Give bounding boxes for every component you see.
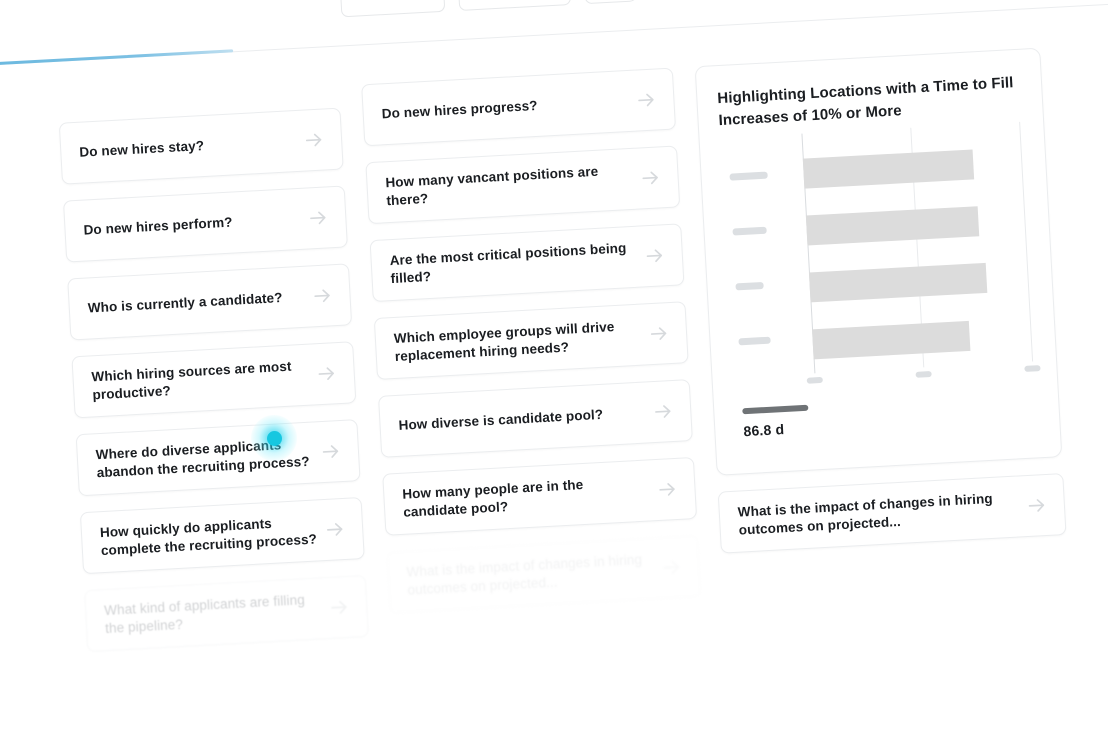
arrow-right-icon (647, 322, 670, 345)
active-tab-underline (0, 49, 234, 70)
legend-value-label: 86.8 d (743, 421, 785, 440)
chart-plot-area (801, 121, 1034, 373)
question-card-label: What is the impact of changes in hiring … (406, 551, 643, 598)
chart-bar (808, 262, 987, 303)
question-card[interactable]: Do new hires perform? (62, 185, 348, 263)
question-card-label: Do new hires progress? (381, 97, 538, 122)
question-card-label: Which hiring sources are most productive… (91, 358, 292, 403)
arrow-right-icon (656, 478, 679, 501)
question-card[interactable]: What is the impact of changes in hiring … (386, 534, 702, 614)
question-card-label: Which employee groups will drive replace… (393, 318, 615, 364)
arrow-right-icon (1025, 494, 1048, 517)
x-tick-placeholder (1024, 364, 1041, 372)
arrow-right-icon (311, 284, 334, 307)
list-icon: ≡ (353, 0, 359, 1)
question-card-label: How many vancant positions are there? (385, 163, 599, 209)
question-column-3: Highlighting Locations with a Time to Fi… (694, 47, 1070, 618)
arrow-right-icon (328, 596, 351, 619)
question-card-label: Do new hires perform? (83, 214, 233, 238)
chart-bar (812, 320, 971, 360)
question-card[interactable]: Which hiring sources are most productive… (71, 341, 357, 419)
chart-bar (805, 206, 980, 246)
question-column-2: Do new hires progress? How many vancant … (361, 67, 702, 636)
arrow-right-icon (635, 88, 658, 111)
arrow-right-icon (302, 128, 325, 151)
filter-button[interactable]: ⊤ (456, 0, 572, 11)
question-card-label: How diverse is candidate pool? (398, 406, 604, 433)
chart-plot (728, 121, 1041, 399)
question-card[interactable]: Are the most critical positions being fi… (369, 223, 685, 303)
question-card-label: Do new hires stay? (78, 137, 205, 160)
question-card[interactable]: What is the impact of changes in hiring … (717, 473, 1067, 554)
dashboard-canvas: ≡ ⊤ Do new hires stay? Do new hires perf… (0, 0, 1108, 745)
legend-swatch (742, 404, 809, 415)
question-column-1: Do new hires stay? Do new hires perform?… (58, 86, 370, 653)
more-button[interactable] (582, 0, 638, 5)
question-card[interactable]: Do new hires progress? (361, 67, 677, 147)
category-label-placeholder (735, 281, 764, 290)
arrow-right-icon (307, 206, 330, 229)
list-view-button[interactable]: ≡ (339, 0, 446, 18)
chart-category-labels (728, 146, 794, 369)
arrow-right-icon (315, 362, 338, 385)
category-label-placeholder (738, 336, 771, 345)
arrow-right-icon (643, 244, 666, 267)
question-card[interactable]: How many vancant positions are there? (365, 145, 681, 225)
arrow-right-icon (652, 400, 675, 423)
x-tick-placeholder (806, 376, 823, 384)
arrow-right-icon (324, 518, 347, 541)
question-card-label: Are the most critical positions being fi… (389, 240, 627, 287)
time-to-fill-chart-panel[interactable]: Highlighting Locations with a Time to Fi… (694, 47, 1063, 476)
arrow-right-icon (319, 440, 342, 463)
arrow-right-icon (639, 166, 662, 189)
question-card[interactable]: How diverse is candidate pool? (378, 379, 693, 458)
question-card[interactable]: Do new hires stay? (58, 107, 344, 185)
question-card-label: How quickly do applicants complete the r… (99, 515, 318, 559)
question-card[interactable]: How many people are in the candidate poo… (382, 456, 698, 536)
category-label-placeholder (732, 226, 767, 236)
x-tick-placeholder (915, 370, 932, 378)
chart-bar (802, 149, 975, 189)
toolbar: ≡ ⊤ (339, 0, 638, 18)
chart-legend: 86.8 d (742, 404, 810, 440)
question-grid: Do new hires stay? Do new hires perform?… (58, 42, 1108, 653)
question-card-label: Where do diverse applicants abandon the … (95, 437, 310, 481)
question-card-label: How many people are in the candidate poo… (401, 476, 584, 520)
question-card-label: Who is currently a candidate? (87, 289, 283, 316)
question-card-diverse-applicants[interactable]: Where do diverse applicants abandon the … (75, 419, 361, 497)
chart-bars (802, 133, 1032, 372)
question-card[interactable]: Who is currently a candidate? (67, 263, 353, 341)
arrow-right-icon (660, 556, 683, 579)
question-card-label: What kind of applicants are filling the … (103, 592, 306, 637)
chart-title: Highlighting Locations with a Time to Fi… (716, 74, 1014, 129)
question-card[interactable]: How quickly do applicants complete the r… (79, 497, 365, 575)
question-card[interactable]: Which employee groups will drive replace… (373, 301, 689, 380)
question-card[interactable]: What kind of applicants are filling the … (84, 574, 370, 653)
question-card-label: What is the impact of changes in hiring … (737, 490, 994, 538)
category-label-placeholder (729, 171, 768, 181)
